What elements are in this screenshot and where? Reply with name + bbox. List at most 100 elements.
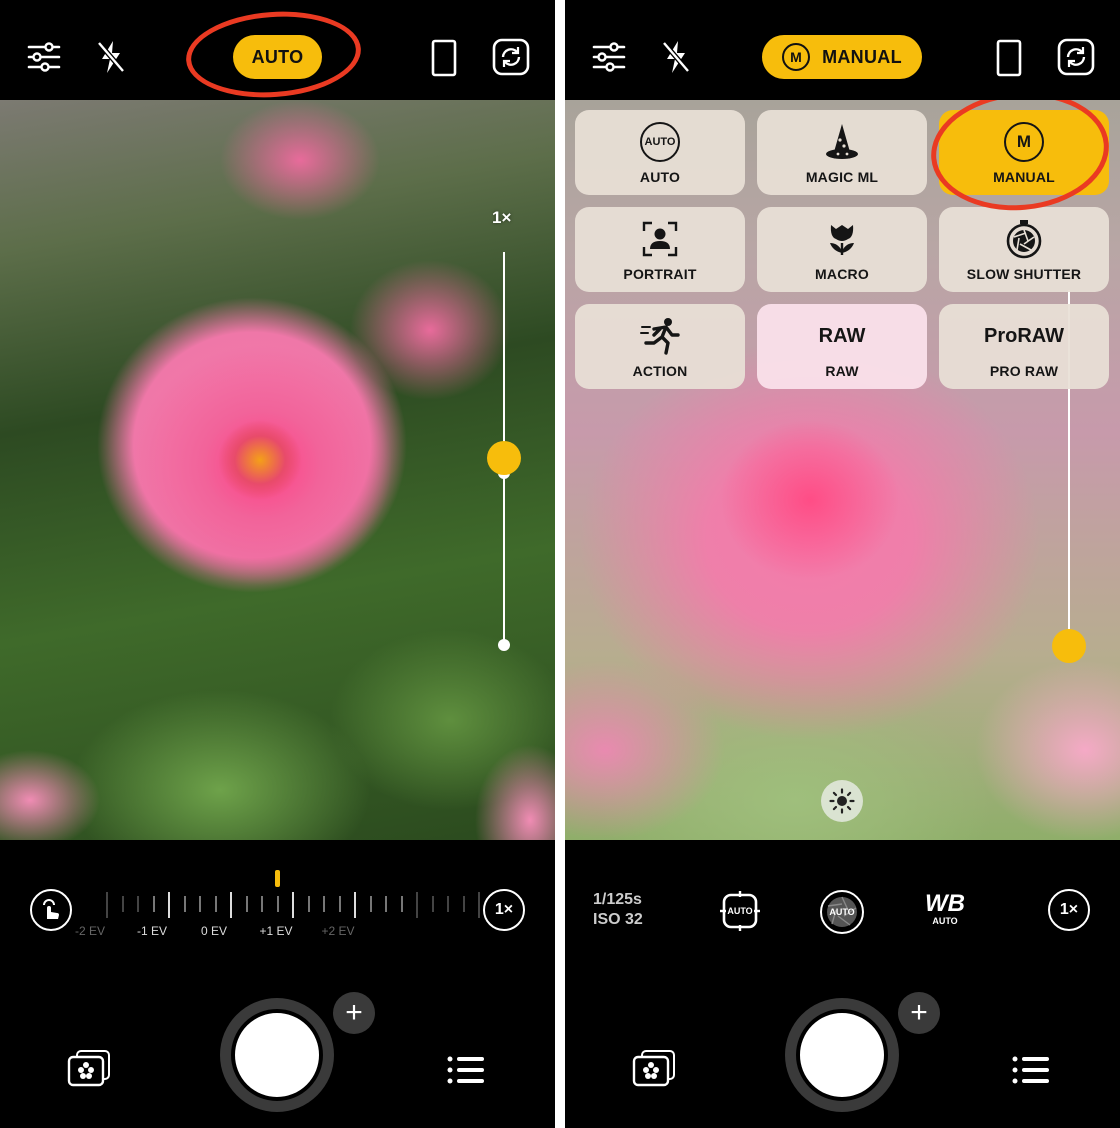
- exposure-compensation-scale[interactable]: -2 EV -1 EV 0 EV +1 EV +2 EV: [75, 870, 480, 945]
- exposure-readout: 1/125s ISO 32: [593, 890, 643, 930]
- add-shortcut-button[interactable]: +: [333, 992, 375, 1034]
- flash-off-icon[interactable]: [94, 38, 128, 76]
- top-toolbar: M MANUAL: [565, 0, 1120, 100]
- camera-viewfinder[interactable]: AUTO AUTO MAGIC ML M MANUAL PORTRAIT MAC…: [565, 100, 1120, 840]
- ev-minor-tick: [261, 896, 263, 912]
- exposure-indicator: [275, 870, 280, 887]
- mode-tile-action[interactable]: ACTION: [575, 304, 745, 389]
- ev-minor-tick: [447, 896, 449, 912]
- ev-minor-tick: [276, 896, 279, 912]
- auto-icon: AUTO: [640, 119, 680, 165]
- red-highlight-annotation: [183, 5, 364, 104]
- shutter-speed-value: 1/125s: [593, 891, 642, 908]
- ev-minor-tick: [183, 896, 186, 912]
- top-toolbar: AUTO: [0, 0, 555, 104]
- ev-minor-tick: [400, 896, 403, 912]
- ev-minor-tick: [369, 896, 372, 912]
- raw-text-icon: RAW: [818, 324, 866, 347]
- focus-slider-marker: [498, 639, 510, 651]
- mode-tile-raw[interactable]: RAW RAW: [757, 304, 927, 389]
- ev-major-tick: [106, 892, 108, 918]
- focus-slider-knob[interactable]: [1052, 629, 1086, 663]
- ev-minor-tick: [462, 896, 465, 912]
- mode-tile-label: AUTO: [639, 169, 681, 185]
- mode-tile-label: SLOW SHUTTER: [966, 266, 1082, 282]
- mode-tile-auto[interactable]: AUTO AUTO: [575, 110, 745, 195]
- zoom-1x-button[interactable]: 1×: [1048, 889, 1090, 931]
- proraw-text-icon: ProRAW: [984, 324, 1064, 347]
- white-balance-button[interactable]: WB AUTO: [920, 890, 970, 927]
- iso-value: ISO 32: [593, 911, 643, 928]
- camera-viewfinder[interactable]: 1×: [0, 100, 555, 840]
- tap-hand-icon: [43, 899, 59, 919]
- mode-label: MANUAL: [822, 46, 902, 67]
- flower-icon: [825, 216, 859, 262]
- exposure-auto-button[interactable]: AUTO: [820, 890, 864, 934]
- mode-tile-magic-ml[interactable]: MAGIC ML: [757, 110, 927, 195]
- ev-label: +1 EV: [259, 924, 293, 938]
- ev-major-tick: [478, 892, 480, 918]
- zoom-1x-button[interactable]: 1×: [483, 889, 525, 931]
- menu-list-icon[interactable]: [445, 1054, 487, 1086]
- wizard-hat-icon: [824, 119, 860, 165]
- settings-sliders-icon[interactable]: [26, 40, 62, 74]
- ev-minor-tick: [152, 896, 155, 912]
- mode-tile-slow-shutter[interactable]: SLOW SHUTTER: [939, 207, 1109, 292]
- left-phone-screen: AUTO 1× -2 EV -1 EV 0 EV +1 EV +2 EV 1× +: [0, 0, 555, 1128]
- flash-off-icon[interactable]: [659, 38, 693, 76]
- focus-slider-knob[interactable]: [487, 440, 521, 475]
- flip-camera-icon[interactable]: [1056, 37, 1096, 77]
- photo-library-icon[interactable]: [631, 1048, 679, 1088]
- aperture-timer-icon: [1004, 216, 1044, 262]
- flip-camera-icon[interactable]: [491, 37, 531, 77]
- shutter-button[interactable]: [796, 1009, 888, 1101]
- mode-tile-portrait[interactable]: PORTRAIT: [575, 207, 745, 292]
- ev-label: -1 EV: [136, 924, 168, 938]
- sun-icon: [829, 788, 855, 814]
- settings-sliders-icon[interactable]: [591, 40, 627, 74]
- exposure-mode-label: AUTO: [829, 907, 855, 917]
- portrait-icon: [642, 216, 678, 262]
- ev-minor-tick: [307, 896, 310, 912]
- mode-tile-proraw[interactable]: ProRAW PRO RAW: [939, 304, 1109, 389]
- ev-minor-tick: [121, 896, 124, 912]
- mode-tile-label: MAGIC ML: [805, 169, 879, 185]
- focus-mode-label: AUTO: [727, 906, 753, 916]
- right-phone-screen: M MANUAL AUTO AUTO MAGIC ML M MANUAL POR…: [565, 0, 1120, 1128]
- menu-list-icon[interactable]: [1010, 1054, 1052, 1086]
- mode-tile-macro[interactable]: MACRO: [757, 207, 927, 292]
- ev-major-tick: [168, 892, 170, 918]
- ev-minor-tick: [214, 896, 217, 912]
- ev-minor-tick: [338, 896, 341, 912]
- exposure-sun-button[interactable]: [821, 780, 863, 822]
- mode-tile-label: ACTION: [632, 363, 688, 379]
- shutter-button[interactable]: [231, 1009, 323, 1101]
- mode-tile-label: PRO RAW: [989, 363, 1059, 379]
- zoom-level-label: 1×: [492, 208, 512, 227]
- ev-major-tick: [230, 892, 232, 918]
- ev-minor-tick: [245, 896, 248, 912]
- add-shortcut-button[interactable]: +: [898, 992, 940, 1034]
- mode-tile-label: MACRO: [815, 266, 869, 282]
- photo-library-icon[interactable]: [66, 1048, 114, 1088]
- bottom-controls: 1/125s ISO 32 AUTO AUTO WB AUTO 1× +: [565, 840, 1120, 1128]
- ev-major-tick: [354, 892, 356, 918]
- wb-label: WB: [925, 890, 965, 917]
- mode-selector-button[interactable]: M MANUAL: [762, 35, 922, 79]
- ev-minor-tick: [431, 896, 434, 912]
- ev-major-tick: [292, 892, 294, 918]
- aspect-ratio-icon[interactable]: [430, 38, 458, 78]
- aspect-ratio-icon[interactable]: [995, 38, 1023, 78]
- panel-divider: [555, 0, 565, 1128]
- mode-tile-label: RAW: [825, 363, 859, 379]
- ev-label: +2 EV: [321, 924, 355, 938]
- bottom-controls: -2 EV -1 EV 0 EV +1 EV +2 EV 1× +: [0, 840, 555, 1128]
- wb-mode-label: AUTO: [932, 916, 958, 926]
- running-person-icon: [640, 313, 680, 359]
- ev-label: 0 EV: [200, 924, 228, 938]
- ev-minor-tick: [199, 896, 201, 912]
- focus-lock-button[interactable]: [30, 889, 72, 931]
- focus-auto-button[interactable]: AUTO: [719, 890, 761, 932]
- ev-minor-tick: [385, 896, 387, 912]
- ev-minor-tick: [137, 896, 139, 912]
